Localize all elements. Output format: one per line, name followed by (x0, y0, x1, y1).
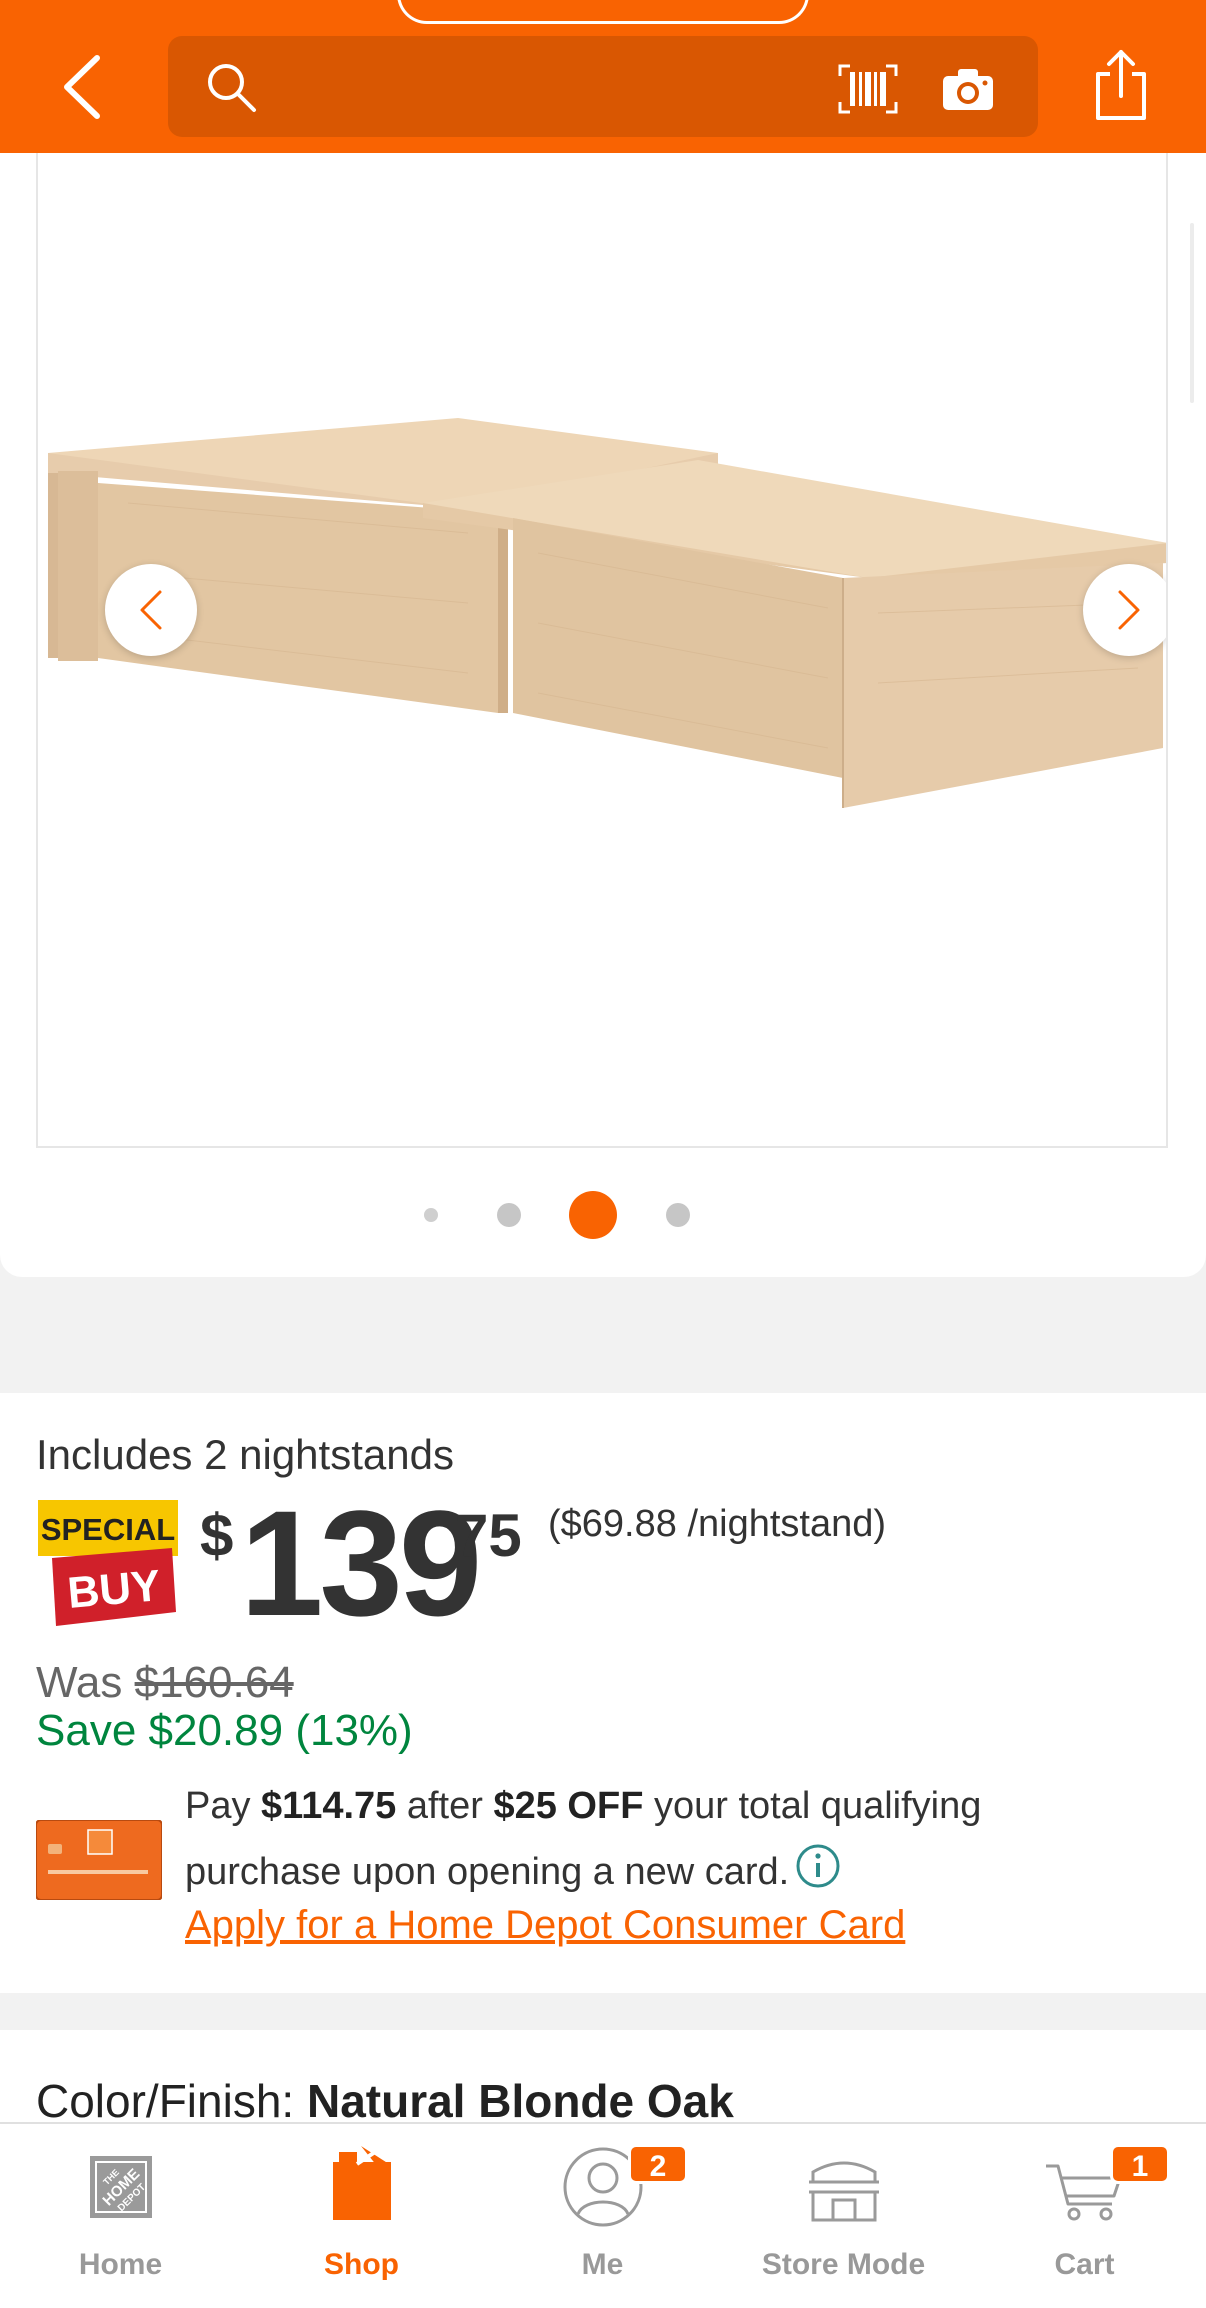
home-depot-logo-icon: THE HOME DEPOT (89, 2156, 152, 2218)
back-button[interactable] (52, 52, 112, 122)
next-image-button[interactable] (1083, 564, 1166, 656)
top-header (0, 0, 1206, 153)
color-finish-value: Natural Blonde Oak (306, 2075, 734, 2127)
tab-home[interactable]: THE HOME DEPOT Home (0, 2124, 241, 2308)
price-currency: $ (200, 1502, 234, 1569)
back-arrow-icon (64, 55, 100, 119)
price-section: Includes 2 nightstands SPECIAL BUY $ 139… (0, 1393, 1206, 1993)
share-icon (1096, 50, 1146, 120)
tab-store-mode[interactable]: Store Mode (723, 2124, 964, 2308)
tab-label: Me (581, 2248, 624, 2281)
pagination-dot-active[interactable] (569, 1191, 617, 1239)
tab-label: Shop (324, 2248, 399, 2281)
barcode-scanner-icon[interactable] (836, 62, 900, 116)
product-image (48, 418, 1166, 808)
info-icon[interactable] (795, 1843, 841, 1889)
scroll-indicator (1190, 223, 1194, 403)
price-per-unit: ($69.88 /nightstand) (548, 1503, 887, 1545)
chevron-right-icon (1118, 590, 1140, 630)
was-price: $160.64 (134, 1658, 294, 1707)
promo-pay-amount: $114.75 (261, 1785, 397, 1827)
card-promo-text: Pay $114.75 after $25 OFF your total qua… (185, 1773, 1145, 1905)
pagination-dot[interactable] (666, 1203, 690, 1227)
special-buy-badge: SPECIAL BUY (38, 1500, 178, 1626)
cart-count-badge: 1 (1110, 2144, 1170, 2184)
was-label: Was (36, 1658, 135, 1707)
store-icon (808, 2161, 879, 2222)
tab-label: Cart (1054, 2248, 1115, 2281)
product-image-gallery (0, 153, 1206, 1277)
pagination-dot[interactable] (424, 1208, 438, 1222)
color-finish-label: Color/Finish: (36, 2075, 307, 2127)
previous-image-button[interactable] (105, 564, 197, 656)
tab-me[interactable]: 2 Me (482, 2124, 723, 2308)
promo-discount: $25 OFF (493, 1785, 644, 1827)
header-pull-tab (397, 0, 809, 24)
was-price-line: Was $160.64 (36, 1658, 294, 1708)
shop-bag-icon (332, 2146, 391, 2220)
product-image-frame[interactable] (36, 153, 1168, 1148)
pagination-dot[interactable] (497, 1203, 521, 1227)
camera-icon[interactable] (940, 64, 996, 114)
notification-badge: 2 (628, 2144, 688, 2184)
tab-cart[interactable]: 1 Cart (964, 2124, 1205, 2308)
price-cents: 75 (455, 1502, 522, 1569)
search-icon (208, 64, 256, 112)
savings-text: Save $20.89 (13%) (36, 1706, 413, 1755)
chevron-left-icon (140, 590, 162, 630)
share-button[interactable] (1090, 48, 1152, 122)
promo-pay-prefix: Pay (185, 1785, 262, 1827)
apply-card-link[interactable]: Apply for a Home Depot Consumer Card (185, 1903, 905, 1948)
includes-text: Includes 2 nightstands (36, 1431, 454, 1478)
search-input[interactable] (168, 36, 1038, 137)
bottom-tab-bar: THE HOME DEPOT Home Shop 2 Me Store Mode… (0, 2122, 1206, 2308)
price-dollars: 139 (240, 1479, 482, 1647)
gallery-pagination (0, 1185, 1206, 1245)
tab-label: Home (78, 2248, 163, 2281)
tab-label: Store Mode (761, 2248, 926, 2281)
promo-after: after (396, 1785, 494, 1827)
svg-text:BUY: BUY (66, 1561, 163, 1618)
color-finish-line: Color/Finish: Natural Blonde Oak (36, 2074, 734, 2128)
tab-shop[interactable]: Shop (241, 2124, 482, 2308)
credit-card-image (36, 1820, 162, 1900)
svg-text:SPECIAL: SPECIAL (41, 1512, 175, 1547)
